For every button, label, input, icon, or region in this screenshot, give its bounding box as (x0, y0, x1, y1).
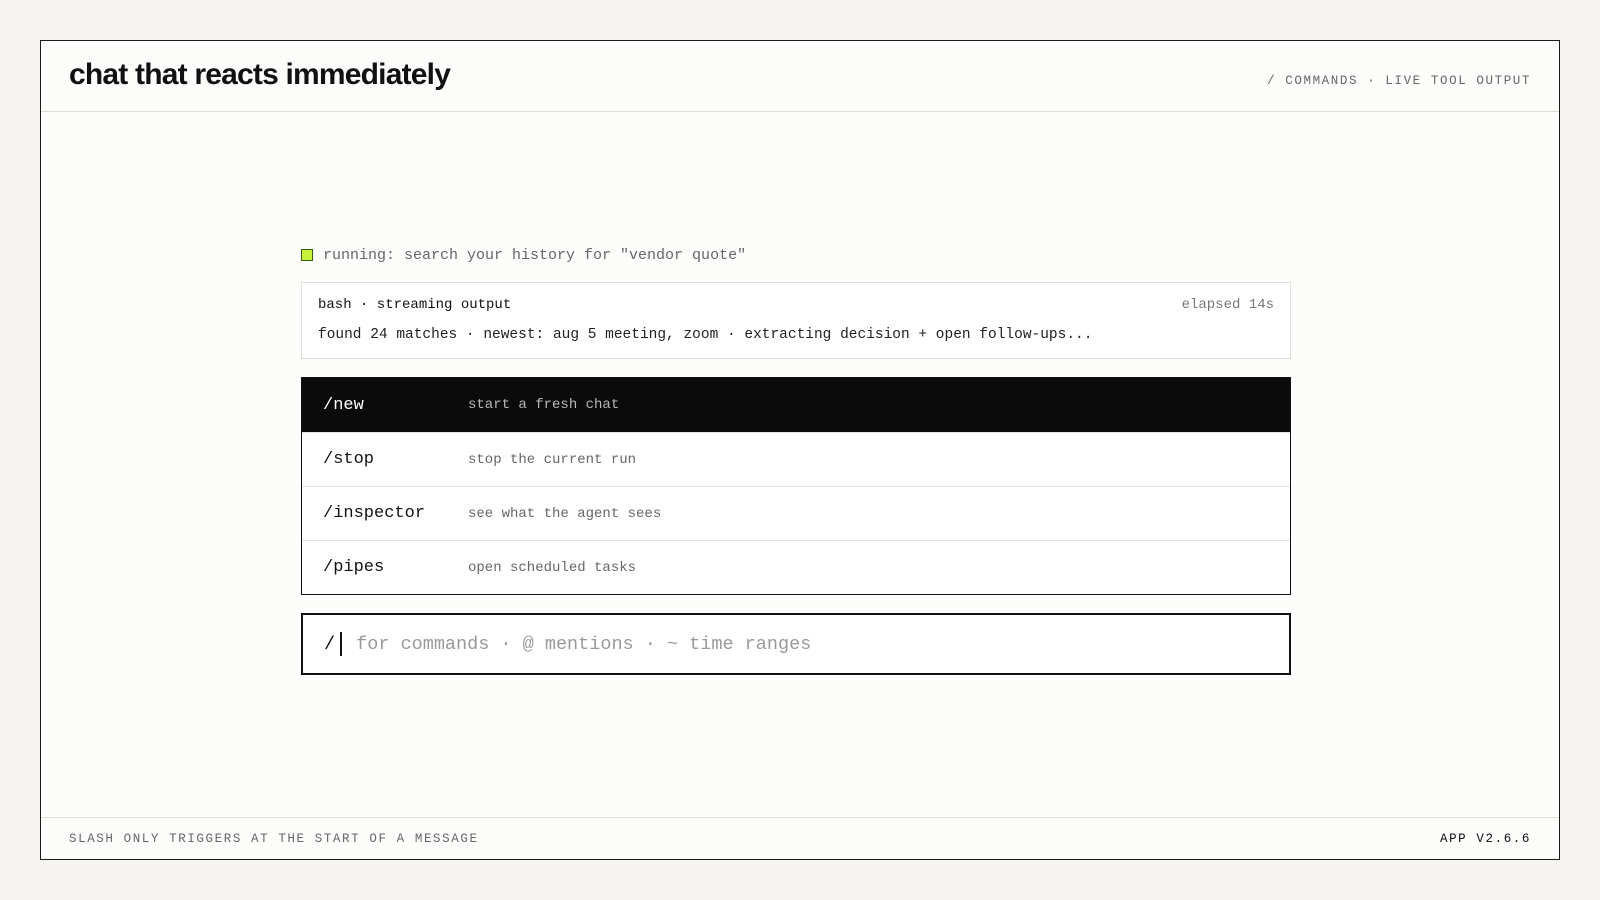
tool-output-text: found 24 matches · newest: aug 5 meeting… (318, 327, 1093, 343)
command-description: see what the agent sees (468, 505, 662, 522)
command-name: /pipes (323, 558, 385, 577)
chat-main: running: search your history for "vendor… (301, 241, 1291, 675)
command-name: /stop (323, 450, 375, 469)
footer-note: SLASH ONLY TRIGGERS AT THE START OF A ME… (69, 832, 479, 846)
header-meta: / COMMANDS · LIVE TOOL OUTPUT (1267, 74, 1531, 88)
command-menu: /new start a fresh chat /stop stop the c… (301, 377, 1291, 595)
command-item-new[interactable]: /new start a fresh chat (302, 378, 1290, 432)
status-text: running: search your history for "vendor… (323, 246, 747, 264)
tool-title: bash · streaming output (318, 297, 512, 313)
running-indicator-icon (301, 249, 313, 261)
message-composer[interactable]: / (301, 613, 1291, 675)
elapsed-time: elapsed 14s (1181, 297, 1274, 313)
tool-output-card: bash · streaming output elapsed 14s foun… (301, 282, 1291, 359)
command-item-stop[interactable]: /stop stop the current run (302, 432, 1290, 486)
header: chat that reacts immediately / COMMANDS … (41, 41, 1559, 112)
message-input[interactable] (356, 633, 1289, 655)
command-name: /new (323, 395, 364, 415)
command-name: /inspector (323, 504, 426, 523)
command-description: start a fresh chat (468, 397, 620, 413)
app-version: APP V2.6.6 (1439, 832, 1531, 846)
app-frame: chat that reacts immediately / COMMANDS … (40, 40, 1560, 860)
status-line: running: search your history for "vendor… (301, 241, 1291, 269)
footer: SLASH ONLY TRIGGERS AT THE START OF A ME… (41, 817, 1559, 859)
command-description: stop the current run (468, 451, 637, 468)
composer-typed-text: / (324, 633, 336, 655)
command-item-inspector[interactable]: /inspector see what the agent sees (302, 486, 1290, 540)
page-title: chat that reacts immediately (69, 58, 451, 91)
command-description: open scheduled tasks (468, 559, 637, 576)
command-item-pipes[interactable]: /pipes open scheduled tasks (302, 540, 1290, 594)
text-caret (340, 632, 343, 656)
